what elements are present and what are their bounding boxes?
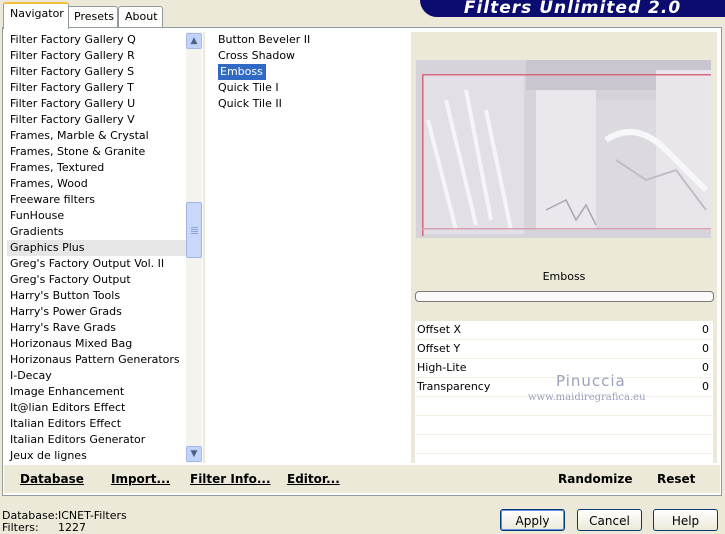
category-item[interactable]: It@lian Editors Effect xyxy=(7,400,186,416)
filter-info-button[interactable]: Filter Info... xyxy=(190,472,271,486)
category-item[interactable]: Frames, Textured xyxy=(7,160,186,176)
category-item[interactable]: Image Enhancement xyxy=(7,384,186,400)
parameter-row[interactable] xyxy=(415,435,713,454)
parameter-row[interactable]: Offset X 0 xyxy=(415,321,713,340)
filter-item[interactable]: Emboss xyxy=(218,64,266,80)
progress-bar xyxy=(415,291,714,302)
parameter-value[interactable]: 0 xyxy=(702,321,709,339)
bottom-toolbar: Database Import... Filter Info... Editor… xyxy=(4,465,720,493)
category-item[interactable]: Filter Factory Gallery V xyxy=(7,112,186,128)
filter-item[interactable]: Quick Tile I xyxy=(218,81,279,94)
category-item[interactable]: Italian Editors Effect xyxy=(7,416,186,432)
apply-button[interactable]: Apply xyxy=(500,509,565,531)
database-button[interactable]: Database xyxy=(20,472,84,486)
randomize-button[interactable]: Randomize xyxy=(558,472,632,486)
scroll-thumb[interactable] xyxy=(186,202,202,258)
filter-item[interactable]: Cross Shadow xyxy=(218,49,295,62)
parameter-label: Offset Y xyxy=(417,342,461,355)
category-item[interactable]: Filter Factory Gallery T xyxy=(7,80,186,96)
app-title-banner: Filters Unlimited 2.0 xyxy=(420,0,725,17)
category-item[interactable]: Greg's Factory Output Vol. II xyxy=(7,256,186,272)
category-item[interactable]: Greg's Factory Output xyxy=(7,272,186,288)
reset-button[interactable]: Reset xyxy=(657,472,695,486)
help-button[interactable]: Help xyxy=(653,509,718,531)
category-item[interactable]: Harry's Power Grads xyxy=(7,304,186,320)
parameter-row[interactable]: Offset Y 0 xyxy=(415,340,713,359)
category-item[interactable]: Gradients xyxy=(7,224,186,240)
category-item[interactable]: Filter Factory Gallery U xyxy=(7,96,186,112)
parameter-row[interactable] xyxy=(415,416,713,435)
editor-button[interactable]: Editor... xyxy=(287,472,340,486)
category-item[interactable]: Harry's Rave Grads xyxy=(7,320,186,336)
category-item[interactable]: Frames, Wood xyxy=(7,176,186,192)
parameter-value[interactable]: 0 xyxy=(702,359,709,377)
category-item[interactable]: Graphics Plus xyxy=(7,240,186,256)
watermark-name: Pinuccia xyxy=(556,372,626,390)
category-item[interactable]: FunHouse xyxy=(7,208,186,224)
category-item[interactable]: I-Decay xyxy=(7,368,186,384)
filters-label: Filters: xyxy=(2,521,39,534)
preview-image xyxy=(416,60,711,238)
import-button[interactable]: Import... xyxy=(111,472,170,486)
category-item[interactable]: Jeux de lignes xyxy=(7,448,186,463)
category-item[interactable]: Filter Factory Gallery Q xyxy=(7,32,186,48)
filters-count: 1227 xyxy=(58,521,86,534)
tab-about[interactable]: About xyxy=(118,6,163,27)
parameter-label: Offset X xyxy=(417,323,462,336)
category-list[interactable]: Filter Factory Gallery Q Filter Factory G… xyxy=(7,32,186,463)
scroll-down-button[interactable]: ▼ xyxy=(186,446,202,462)
preview-filter-name: Emboss xyxy=(542,270,586,283)
category-item[interactable]: Horizonaus Mixed Bag xyxy=(7,336,186,352)
category-item[interactable]: Frames, Stone & Granite xyxy=(7,144,186,160)
list-divider xyxy=(203,32,205,463)
scroll-up-button[interactable]: ▲ xyxy=(186,33,202,49)
category-scrollbar[interactable]: ▲ ▼ xyxy=(186,32,202,463)
filter-list[interactable]: Button Beveler II Cross Shadow Emboss Quick… xyxy=(215,32,407,463)
category-item[interactable]: Harry's Button Tools xyxy=(7,288,186,304)
category-item[interactable]: Frames, Marble & Crystal xyxy=(7,128,186,144)
category-item[interactable]: Italian Editors Generator xyxy=(7,432,186,448)
parameter-label: High-Lite xyxy=(417,361,467,374)
filter-item[interactable]: Button Beveler II xyxy=(218,33,310,46)
category-item[interactable]: Horizonaus Pattern Generators xyxy=(7,352,186,368)
category-item[interactable]: Filter Factory Gallery R xyxy=(7,48,186,64)
watermark-url: www.maidiregrafica.eu xyxy=(528,392,646,403)
parameter-label: Transparency xyxy=(417,380,491,393)
parameter-value[interactable]: 0 xyxy=(702,378,709,396)
category-item[interactable]: Filter Factory Gallery S xyxy=(7,64,186,80)
category-item[interactable]: Freeware filters xyxy=(7,192,186,208)
cancel-button[interactable]: Cancel xyxy=(577,509,642,531)
filter-item[interactable]: Quick Tile II xyxy=(218,97,282,110)
tab-navigator[interactable]: Navigator xyxy=(3,2,69,29)
parameter-value[interactable]: 0 xyxy=(702,340,709,358)
tab-presets[interactable]: Presets xyxy=(67,6,118,27)
